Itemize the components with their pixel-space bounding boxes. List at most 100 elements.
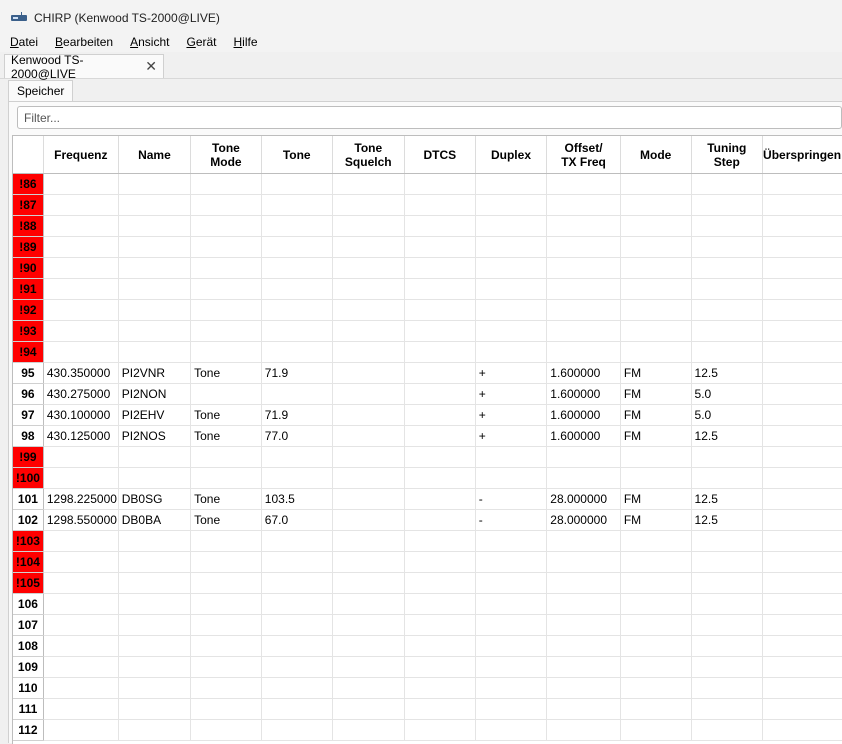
cell-tmode[interactable]: Tone [190,404,262,426]
cell-offset[interactable]: 1.600000 [546,425,621,447]
cell-name[interactable]: PI2EHV [118,404,192,426]
table-row[interactable]: !91 [13,278,842,300]
cell-dtcs[interactable] [404,719,476,741]
cell-duplex[interactable]: - [475,509,548,531]
cell-freq[interactable] [43,299,119,321]
cell-mode[interactable] [620,236,692,258]
cell-duplex[interactable] [475,236,548,258]
cell-tmode[interactable] [190,341,262,363]
cell-mode[interactable] [620,320,692,342]
cell-skip[interactable] [762,509,842,531]
cell-offset[interactable] [546,236,621,258]
cell-tone[interactable]: 77.0 [261,425,333,447]
cell-step[interactable] [691,236,764,258]
cell-tmode[interactable] [190,656,262,678]
cell-tmode[interactable] [190,446,262,468]
cell-mode[interactable] [620,698,692,720]
cell-step[interactable] [691,656,764,678]
cell-freq[interactable] [43,719,119,741]
cell-dtcs[interactable] [404,698,476,720]
cell-step[interactable] [691,635,764,657]
cell-skip[interactable] [762,593,842,615]
cell-skip[interactable] [762,362,842,384]
cell-name[interactable]: PI2NOS [118,425,192,447]
cell-skip[interactable] [762,236,842,258]
cell-mode[interactable] [620,572,692,594]
cell-tsql[interactable] [332,278,405,300]
cell-step[interactable] [691,257,764,279]
cell-tone[interactable] [261,299,333,321]
cell-dtcs[interactable] [404,572,476,594]
table-row[interactable]: !89 [13,236,842,258]
cell-mode[interactable] [620,215,692,237]
column-header-skip[interactable]: Überspringen [762,136,842,174]
table-row[interactable]: 95 430.350000 PI2VNR Tone 71.9 +1.600000 FM 12.… [13,362,842,384]
cell-freq[interactable] [43,215,119,237]
cell-tmode[interactable] [190,698,262,720]
cell-tone[interactable] [261,467,333,489]
cell-offset[interactable]: 28.000000 [546,488,621,510]
cell-dtcs[interactable] [404,425,476,447]
cell-step[interactable] [691,278,764,300]
row-number[interactable]: !93 [13,320,44,342]
cell-tsql[interactable] [332,572,405,594]
row-number[interactable]: !87 [13,194,44,216]
cell-offset[interactable] [546,299,621,321]
cell-duplex[interactable] [475,320,548,342]
cell-mode[interactable]: FM [620,425,692,447]
cell-name[interactable]: DB0SG [118,488,192,510]
cell-step[interactable] [691,719,764,741]
cell-mode[interactable] [620,593,692,615]
cell-tsql[interactable] [332,215,405,237]
table-row[interactable]: !92 [13,299,842,321]
cell-tsql[interactable] [332,194,405,216]
row-number[interactable]: !88 [13,215,44,237]
cell-skip[interactable] [762,572,842,594]
cell-tone[interactable] [261,635,333,657]
cell-mode[interactable] [620,635,692,657]
cell-name[interactable] [118,572,192,594]
cell-mode[interactable] [620,656,692,678]
cell-tsql[interactable] [332,698,405,720]
cell-mode[interactable] [620,719,692,741]
cell-name[interactable]: DB0BA [118,509,192,531]
cell-freq[interactable] [43,236,119,258]
row-number[interactable]: 96 [13,383,44,405]
cell-mode[interactable] [620,446,692,468]
cell-tone[interactable] [261,656,333,678]
cell-tsql[interactable] [332,719,405,741]
table-row[interactable]: !100 [13,467,842,489]
cell-step[interactable] [691,551,764,573]
cell-duplex[interactable] [475,677,548,699]
corner-header[interactable] [13,136,44,174]
cell-skip[interactable] [762,467,842,489]
cell-step[interactable] [691,320,764,342]
cell-mode[interactable]: FM [620,488,692,510]
cell-offset[interactable] [546,551,621,573]
cell-name[interactable]: PI2NON [118,383,192,405]
cell-step[interactable] [691,194,764,216]
cell-freq[interactable]: 430.275000 [43,383,119,405]
cell-freq[interactable] [43,656,119,678]
cell-tmode[interactable]: Tone [190,362,262,384]
cell-offset[interactable] [546,320,621,342]
cell-dtcs[interactable] [404,593,476,615]
cell-tone[interactable] [261,173,333,195]
cell-freq[interactable] [43,698,119,720]
cell-dtcs[interactable] [404,404,476,426]
cell-skip[interactable] [762,677,842,699]
cell-offset[interactable]: 1.600000 [546,404,621,426]
cell-duplex[interactable] [475,614,548,636]
cell-name[interactable] [118,446,192,468]
cell-offset[interactable] [546,614,621,636]
cell-tmode[interactable] [190,278,262,300]
cell-tsql[interactable] [332,425,405,447]
cell-offset[interactable] [546,677,621,699]
cell-freq[interactable] [43,572,119,594]
cell-step[interactable] [691,467,764,489]
table-row[interactable]: 101 1298.225000 DB0SG Tone 103.5 -28.000000 FM… [13,488,842,510]
column-header-name[interactable]: Name [118,136,192,174]
cell-duplex[interactable] [475,656,548,678]
cell-offset[interactable] [546,467,621,489]
cell-step[interactable] [691,677,764,699]
